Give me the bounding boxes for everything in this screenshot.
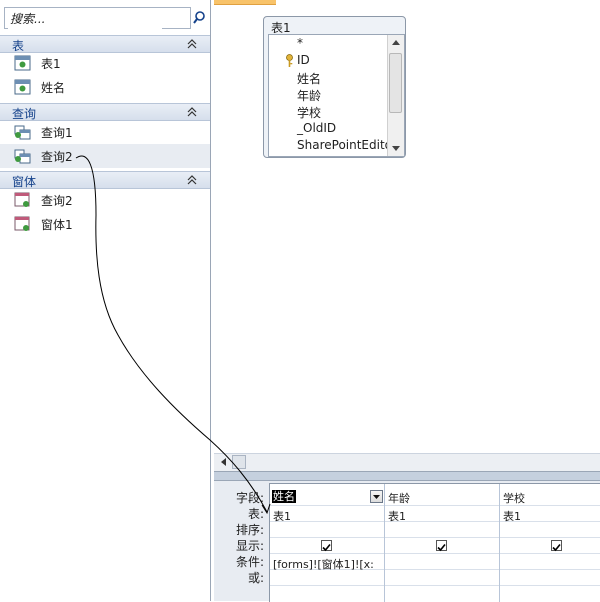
field-item[interactable]: SharePointEdito: [297, 138, 392, 152]
nav-item-form1[interactable]: 窗体1: [0, 212, 210, 236]
row-label-field: 字段:: [235, 491, 264, 505]
table-icon: [14, 55, 31, 71]
collapse-chevron-icon[interactable]: [186, 173, 198, 187]
row-label-sort: 排序:: [235, 523, 264, 537]
field-cell-selected[interactable]: 姓名: [272, 490, 296, 503]
nav-item-label: 查询2: [41, 194, 73, 208]
scroll-left-arrow-icon[interactable]: [218, 456, 230, 468]
scroll-up-arrow-icon[interactable]: [388, 35, 404, 51]
collapse-chevron-icon[interactable]: [186, 37, 198, 51]
grid-column-2[interactable]: 年龄 表1: [385, 484, 500, 602]
search-input[interactable]: [8, 9, 162, 29]
row-label-table: 表:: [247, 507, 264, 521]
table-cell[interactable]: 表1: [503, 508, 521, 524]
field-item[interactable]: ID: [297, 53, 310, 67]
primary-key-icon: [286, 54, 293, 67]
nav-item-form-query2[interactable]: 查询2: [0, 188, 210, 212]
show-checkbox[interactable]: [436, 540, 447, 552]
field-item[interactable]: 姓名: [297, 70, 321, 87]
group-header-queries[interactable]: 查询: [0, 103, 210, 121]
search-icon[interactable]: [191, 7, 208, 29]
grid-column-1[interactable]: 姓名 表1 [forms]![窗体1]![x:: [270, 484, 385, 602]
nav-item-name[interactable]: 姓名: [0, 75, 210, 99]
table-cell[interactable]: 表1: [273, 508, 291, 524]
form-icon: [14, 216, 30, 231]
collapse-chevron-icon[interactable]: [186, 105, 198, 119]
query-icon: [14, 149, 31, 164]
field-dropdown-button[interactable]: [370, 490, 383, 503]
row-label-or: 或:: [247, 571, 264, 585]
dropdown-arrow-icon: [373, 495, 380, 499]
query-icon: [14, 125, 31, 140]
document-tab-indicator[interactable]: [214, 0, 276, 5]
scroll-thumb[interactable]: [232, 455, 246, 469]
query-design-pane[interactable]: 表1 * ID 姓名 年龄 学校 _OldID SharePointEdito: [214, 0, 600, 471]
form-icon: [14, 192, 30, 207]
show-checkbox[interactable]: [321, 540, 332, 552]
search-box[interactable]: [4, 7, 191, 29]
navigation-pane: 表 表1 姓名 查询: [0, 0, 211, 601]
pane-splitter[interactable]: [214, 471, 600, 481]
query-design-grid: 字段: 表: 排序: 显示: 条件: 或: 姓名 表1 [forms]![窗体1…: [214, 481, 600, 602]
field-item[interactable]: 年龄: [297, 87, 321, 104]
table-cell[interactable]: 表1: [388, 508, 406, 524]
field-list-scrollbar[interactable]: [387, 35, 404, 156]
table-icon: [14, 79, 31, 95]
nav-item-table1[interactable]: 表1: [0, 51, 210, 75]
row-label-show: 显示:: [235, 539, 264, 553]
field-cell[interactable]: 年龄: [388, 490, 410, 506]
table-field-list-window[interactable]: 表1 * ID 姓名 年龄 学校 _OldID SharePointEdito: [263, 16, 406, 158]
field-item[interactable]: _OldID: [297, 121, 336, 135]
show-checkbox[interactable]: [551, 540, 562, 552]
scroll-down-arrow-icon[interactable]: [388, 140, 404, 156]
field-cell[interactable]: 学校: [503, 490, 525, 506]
field-item[interactable]: *: [297, 36, 303, 50]
nav-item-label: 查询1: [41, 126, 73, 140]
design-horizontal-scrollbar[interactable]: [214, 453, 600, 471]
grid-column-3[interactable]: 学校 表1: [500, 484, 600, 602]
nav-item-query1[interactable]: 查询1: [0, 120, 210, 144]
field-list[interactable]: * ID 姓名 年龄 学校 _OldID SharePointEdito: [268, 34, 405, 157]
nav-item-label: 表1: [41, 57, 61, 71]
nav-item-label: 查询2: [41, 150, 73, 164]
field-item[interactable]: 学校: [297, 104, 321, 121]
criteria-cell[interactable]: [forms]![窗体1]![x:: [273, 556, 383, 572]
grid-cells[interactable]: 姓名 表1 [forms]![窗体1]![x: 年龄 表1 学校 表1: [269, 483, 600, 602]
group-header-forms[interactable]: 窗体: [0, 171, 210, 189]
checkmark-icon: [322, 543, 331, 552]
nav-item-label: 窗体1: [41, 218, 73, 232]
nav-item-query2[interactable]: 查询2: [0, 144, 210, 168]
checkmark-icon: [437, 543, 446, 552]
checkmark-icon: [552, 543, 561, 552]
row-label-criteria: 条件:: [235, 555, 264, 569]
nav-item-label: 姓名: [41, 81, 66, 95]
scroll-thumb[interactable]: [389, 53, 402, 113]
